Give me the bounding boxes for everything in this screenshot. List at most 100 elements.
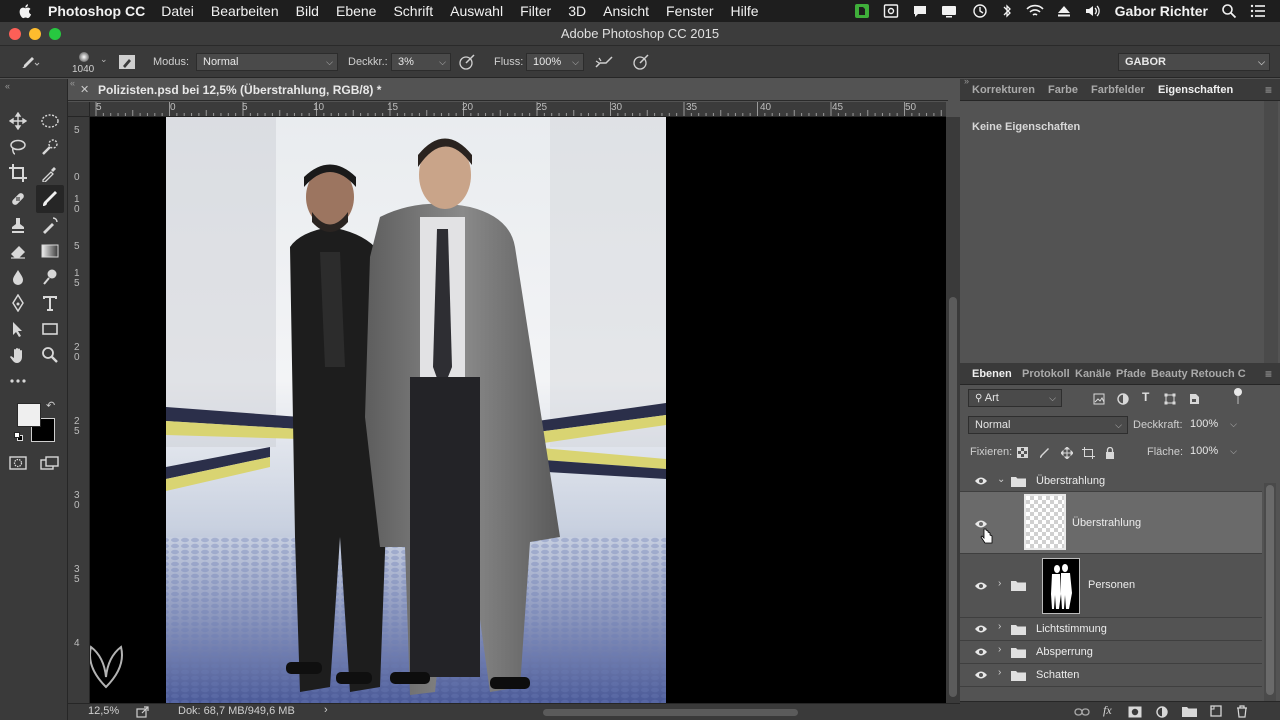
tab-farbfelder[interactable]: Farbfelder [1091,84,1145,96]
group-collapsed-chevron-icon[interactable]: › [998,621,1001,632]
document-canvas[interactable] [90,117,946,703]
tab-pfade[interactable]: Pfade [1116,368,1146,380]
blend-mode-select[interactable]: Normal ⌵ [968,416,1128,434]
rectangle-tool[interactable] [40,319,60,339]
properties-scrollbar[interactable] [1264,101,1278,363]
screen-mode-button[interactable] [40,453,60,473]
pen-tool[interactable] [8,293,28,313]
scrollbar-thumb[interactable] [1266,485,1274,695]
panel-collapse-icon[interactable]: « [70,72,75,94]
filter-shape-layers-icon[interactable] [1164,393,1176,405]
zoom-tool[interactable] [40,345,60,365]
pressure-opacity-icon[interactable] [458,53,476,71]
visibility-eye-icon[interactable] [974,476,988,486]
lock-artboard-icon[interactable] [1082,447,1095,459]
visibility-eye-icon[interactable] [974,647,988,657]
volume-icon[interactable] [1084,3,1102,19]
menu-hilfe[interactable]: Hilfe [731,3,759,19]
close-window-button[interactable] [9,28,21,40]
visibility-eye-icon[interactable] [974,581,988,591]
zoom-level[interactable]: 12,5% [88,705,119,717]
brush-tool[interactable] [36,185,64,213]
tab-korrekturen[interactable]: Korrekturen [972,84,1035,96]
ruler-origin[interactable] [68,102,90,117]
new-group-icon[interactable] [1182,706,1197,717]
status-menu-arrow-icon[interactable]: › [324,704,328,716]
layer-row-group-ueberstrahlung[interactable]: ⌄ Überstrahlung [960,470,1262,492]
lock-all-icon[interactable] [1105,447,1115,459]
menu-datei[interactable]: Datei [161,3,194,19]
filter-pixel-layers-icon[interactable] [1093,393,1105,405]
healing-brush-tool[interactable] [8,189,28,209]
brush-tool-preset-icon[interactable] [18,54,40,70]
move-tool[interactable] [8,111,28,131]
menu-ansicht[interactable]: Ansicht [603,3,649,19]
lock-transparent-pixels-icon[interactable] [1017,447,1028,458]
lock-position-icon[interactable] [1061,447,1073,459]
add-mask-icon[interactable] [1128,706,1142,718]
group-collapsed-chevron-icon[interactable]: › [998,644,1001,655]
group-expanded-chevron-icon[interactable]: ⌄ [997,474,1005,485]
layer-style-fx-icon[interactable]: fx [1103,703,1112,718]
eject-icon[interactable] [1057,3,1071,19]
pressure-size-icon[interactable] [632,53,650,71]
lock-image-pixels-icon[interactable] [1039,447,1051,459]
panel-collapse-icon[interactable]: » [964,76,969,86]
clone-stamp-tool[interactable] [8,215,28,235]
menu-auswahl[interactable]: Auswahl [450,3,503,19]
delete-layer-trash-icon[interactable] [1236,705,1248,718]
blur-tool[interactable] [8,267,28,287]
marquee-tool[interactable] [40,111,60,131]
opacity-field[interactable]: 3% ⌵ [391,53,451,71]
notification-center-icon[interactable] [1250,3,1266,19]
layers-scrollbar[interactable] [1264,483,1276,701]
lasso-tool[interactable] [8,137,28,157]
menu-fenster[interactable]: Fenster [666,3,713,19]
new-adjustment-layer-icon[interactable] [1156,706,1168,718]
panel-collapse-icon[interactable]: « [5,81,10,91]
layer-row-group-personen[interactable]: › Personen [960,554,1262,618]
panel-menu-icon[interactable]: ≡ [1265,367,1272,381]
layer-filter-select[interactable]: ⚲ Art ⌵ [968,389,1062,407]
spotlight-search-icon[interactable] [1221,3,1237,19]
apple-menu-icon[interactable] [18,3,34,19]
mode-select[interactable]: Normal ⌵ [196,53,338,71]
horizontal-ruler[interactable]: 5 0 5 10 15 20 25 30 35 40 45 50 [90,102,946,117]
swap-colors-icon[interactable]: ↶ [46,399,55,412]
layer-row-group-absperrung[interactable]: › Absperrung [960,641,1262,664]
tab-protokoll[interactable]: Protokoll [1022,368,1070,380]
visibility-eye-icon[interactable] [974,670,988,680]
vertical-ruler[interactable]: 5 0 5 1 0 1 5 2 0 2 5 3 0 3 5 4 [68,117,90,703]
group-collapsed-chevron-icon[interactable]: › [998,667,1001,678]
zoom-window-button[interactable] [49,28,61,40]
default-colors-icon[interactable] [14,432,24,442]
edit-toolbar-button[interactable] [8,371,28,391]
eyedropper-tool[interactable] [40,163,60,183]
history-brush-tool[interactable] [40,215,60,235]
type-tool[interactable] [40,293,60,313]
fill-field[interactable]: 100% ⌵ [1184,443,1242,461]
display-status-icon[interactable] [941,3,959,19]
flow-field[interactable]: 100% ⌵ [526,53,584,71]
layer-row-ueberstrahlung[interactable]: Überstrahlung [960,492,1262,554]
filter-adjustment-layers-icon[interactable] [1117,393,1129,405]
airbrush-icon[interactable] [594,53,614,71]
horizontal-scrollbar-thumb[interactable] [543,709,798,716]
link-layers-icon[interactable] [1074,707,1090,717]
panel-menu-icon[interactable]: ≡ [1265,83,1272,97]
quick-mask-button[interactable] [8,453,28,473]
path-selection-tool[interactable] [8,319,28,339]
workspace-select[interactable]: GABOR ⌵ [1118,53,1270,71]
eraser-tool[interactable] [8,241,28,261]
document-tab[interactable]: « ✕ Polizisten.psd bei 12,5% (Überstrahl… [68,78,948,101]
menu-ebene[interactable]: Ebene [336,3,376,19]
quick-selection-tool[interactable] [40,137,60,157]
menu-3d[interactable]: 3D [568,3,586,19]
time-machine-icon[interactable] [972,3,988,19]
visibility-eye-icon[interactable] [974,624,988,634]
user-name[interactable]: Gabor Richter [1115,3,1208,19]
share-icon[interactable] [136,706,150,718]
group-collapsed-chevron-icon[interactable]: › [998,578,1001,589]
tab-farbe[interactable]: Farbe [1048,84,1078,96]
airplay-status-icon[interactable] [883,3,899,19]
